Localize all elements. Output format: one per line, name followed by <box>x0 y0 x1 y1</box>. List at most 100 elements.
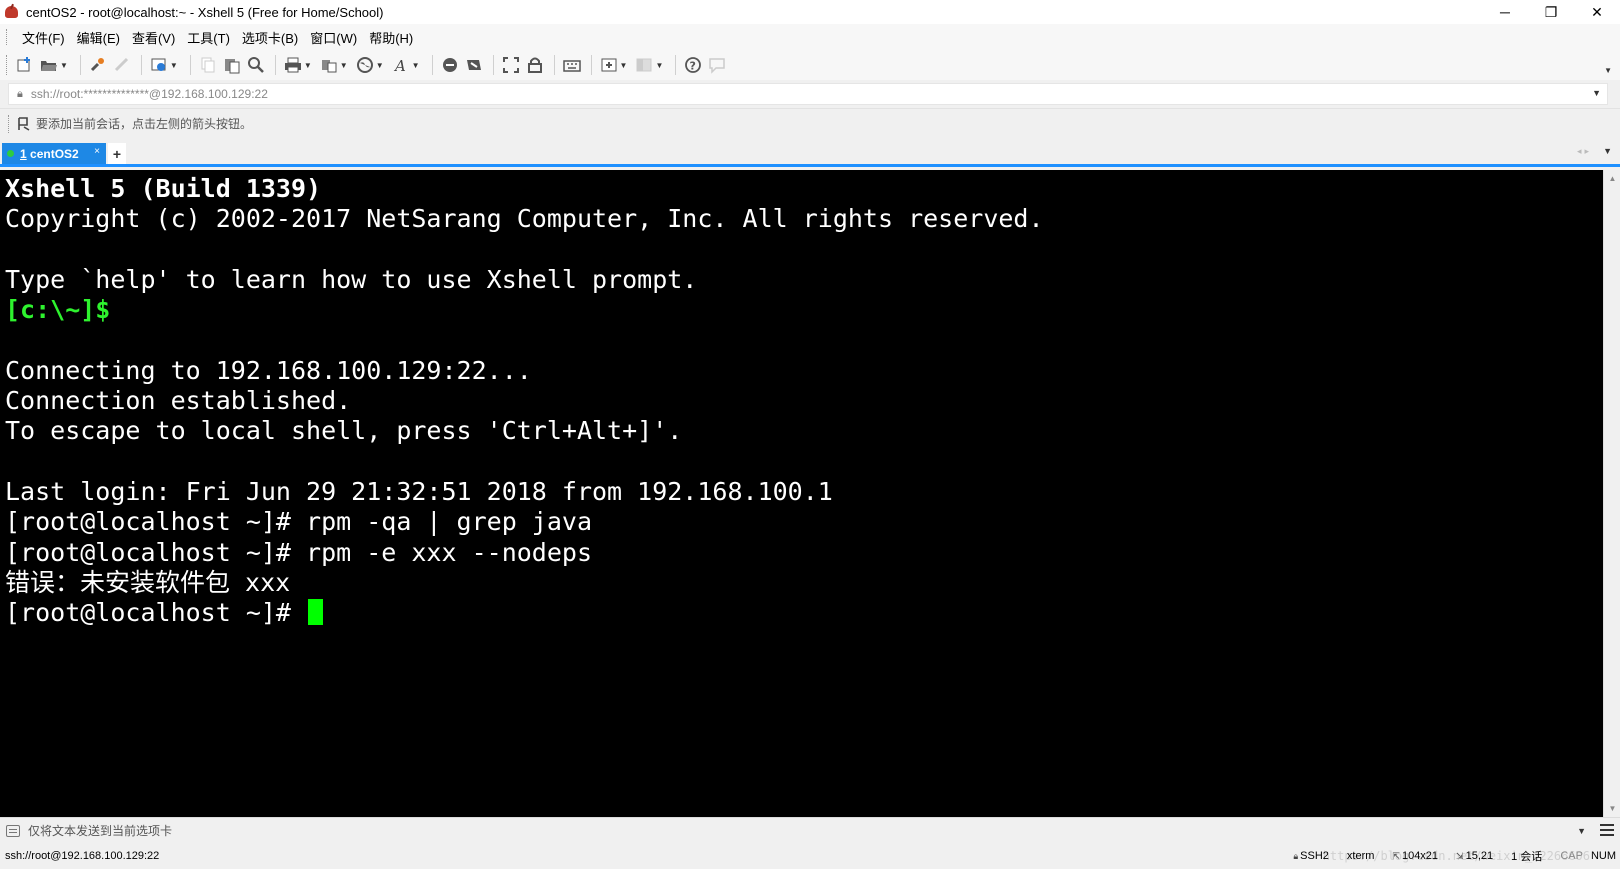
font-icon[interactable]: A <box>390 54 412 76</box>
window-title: centOS2 - root@localhost:~ - Xshell 5 (F… <box>26 4 384 20</box>
terminal-line-text: Copyright (c) 2002-2017 NetSarang Comput… <box>5 204 1044 234</box>
globe-dropdown-icon[interactable]: ▼ <box>376 61 384 70</box>
tab-scroll-arrows-icon[interactable]: ◂▸ <box>1577 146 1592 157</box>
menu-edit[interactable]: 编辑(E) <box>71 28 126 47</box>
lock-icon: 🔒︎ <box>17 87 23 100</box>
terminal-line: Type `help' to learn how to use Xshell p… <box>5 265 1603 295</box>
menu-view[interactable]: 查看(V) <box>126 28 181 47</box>
reconnect-icon[interactable] <box>87 54 109 76</box>
tab-close-icon[interactable]: × <box>94 146 100 157</box>
terminal-line: [root@localhost ~]# rpm -qa | grep java <box>5 507 1603 537</box>
add-tab-button[interactable]: + <box>108 143 126 164</box>
hint-bar: 要添加当前会话，点击左侧的箭头按钮。 <box>0 108 1620 138</box>
terminal-line: To escape to local shell, press 'Ctrl+Al… <box>5 416 1603 446</box>
add-tab-dropdown-icon[interactable]: ▼ <box>620 61 628 70</box>
title-bar[interactable]: centOS2 - root@localhost:~ - Xshell 5 (F… <box>0 0 1620 24</box>
open-dropdown-icon[interactable]: ▼ <box>60 61 68 70</box>
keyboard-icon[interactable] <box>561 54 583 76</box>
fullscreen-icon[interactable] <box>500 54 522 76</box>
address-field[interactable]: 🔒︎ ssh://root:**************@192.168.100… <box>8 83 1608 105</box>
terminal-line: Last login: Fri Jun 29 21:32:51 2018 fro… <box>5 477 1603 507</box>
terminal-line-text: Connecting to 192.168.100.129:22... <box>5 355 532 385</box>
terminal-output[interactable]: Xshell 5 (Build 1339) Copyright (c) 2002-… <box>0 170 1603 817</box>
lock-icon[interactable] <box>524 54 546 76</box>
toolbar-separator <box>189 55 191 75</box>
terminal-line-text: [root@localhost ~]# <box>5 598 307 628</box>
status-num: NUM <box>1590 850 1616 862</box>
compose-icon[interactable] <box>6 824 20 837</box>
address-value: ssh://root:**************@192.168.100.12… <box>30 87 268 101</box>
terminal-line: 错误：未安装软件包 xxx <box>5 568 1603 598</box>
help-icon[interactable]: ? <box>682 54 704 76</box>
hint-text: 要添加当前会话，点击左侧的箭头按钮。 <box>36 117 253 131</box>
compose-menu-icon[interactable] <box>1600 824 1614 836</box>
address-dropdown-icon[interactable]: ▼ <box>1592 88 1601 98</box>
terminal-line-text: To escape to local shell, press 'Ctrl+Al… <box>5 416 683 446</box>
status-indicators: 🔒︎ SSH2 xterm ⇱ 104x21 ⇲ 15,21 1 会话 CAP NUM <box>1275 843 1616 869</box>
new-session-icon[interactable] <box>14 54 36 76</box>
tab-list-dropdown-icon[interactable]: ▼ <box>1603 146 1612 156</box>
connected-status-icon <box>7 150 14 157</box>
print-dropdown-icon[interactable]: ▼ <box>304 61 312 70</box>
layout-icon[interactable] <box>633 54 655 76</box>
close-button[interactable]: ✕ <box>1574 0 1620 24</box>
print-icon[interactable] <box>282 54 304 76</box>
restore-button[interactable]: ❐ <box>1528 0 1574 24</box>
toolbar-separator <box>431 55 433 75</box>
toolbar: ▼ ▼ ▼ ▼ ▼ A ▼ ▼ ▼ ? ▼ <box>0 50 1620 80</box>
layout-dropdown-icon[interactable]: ▼ <box>655 61 663 70</box>
status-size: ⇱ 104x21 <box>1392 850 1439 862</box>
tab-label: 1 centOS2 <box>20 146 79 161</box>
properties-icon[interactable] <box>148 54 170 76</box>
menu-window[interactable]: 窗口(W) <box>304 28 363 47</box>
scroll-down-arrow-icon[interactable]: ▼ <box>1604 800 1620 817</box>
toolbar-separator <box>553 55 555 75</box>
tab-bar: 1 centOS2 × + ◂▸ ▼ <box>0 140 1620 167</box>
compose-placeholder: 仅将文本发送到当前选项卡 <box>28 824 173 838</box>
terminal-line: Connection established. <box>5 386 1603 416</box>
xftp-icon[interactable] <box>439 54 461 76</box>
toolbar-separator <box>492 55 494 75</box>
chat-icon[interactable] <box>706 54 728 76</box>
add-tab-icon[interactable] <box>598 54 620 76</box>
minimize-button[interactable]: ─ <box>1482 0 1528 24</box>
paste-icon[interactable] <box>221 54 243 76</box>
resize-icon: ⇱ <box>1392 850 1400 861</box>
cursor-position-icon: ⇲ <box>1456 850 1464 861</box>
toolbar-grip[interactable] <box>6 55 8 75</box>
menu-tools[interactable]: 工具(T) <box>181 28 236 47</box>
status-connection: ssh://root@192.168.100.129:22 <box>5 850 160 862</box>
toolbar-overflow-icon[interactable]: ▼ <box>1604 66 1612 75</box>
terminal-line: [c:\~]$ <box>5 295 1603 325</box>
terminal-scrollbar[interactable]: ▲ ▼ <box>1603 170 1620 817</box>
terminal-line: Connecting to 192.168.100.129:22... <box>5 356 1603 386</box>
disconnect-icon[interactable] <box>111 54 133 76</box>
font-dropdown-icon[interactable]: ▼ <box>412 61 420 70</box>
terminal-line: Copyright (c) 2002-2017 NetSarang Comput… <box>5 204 1603 234</box>
xmanager-icon[interactable] <box>463 54 485 76</box>
tab-centos2[interactable]: 1 centOS2 × <box>2 143 106 164</box>
properties-dropdown-icon[interactable]: ▼ <box>170 61 178 70</box>
compose-bar[interactable]: 仅将文本发送到当前选项卡 ▼ <box>0 817 1620 843</box>
menu-help[interactable]: 帮助(H) <box>363 28 419 47</box>
scroll-up-arrow-icon[interactable]: ▲ <box>1604 170 1620 187</box>
terminal-line: [root@localhost ~]# <box>5 598 1603 628</box>
open-folder-icon[interactable] <box>38 54 60 76</box>
globe-icon[interactable] <box>354 54 376 76</box>
add-session-arrow-icon[interactable] <box>16 116 32 132</box>
toolbar-separator <box>590 55 592 75</box>
copy-icon[interactable] <box>197 54 219 76</box>
status-protocol: 🔒︎ SSH2 <box>1293 850 1329 862</box>
menu-file[interactable]: 文件(F) <box>16 28 71 47</box>
terminal-line-text: [c:\~]$ <box>5 295 111 325</box>
compose-dropdown-icon[interactable]: ▼ <box>1577 826 1586 836</box>
menu-tab[interactable]: 选项卡(B) <box>236 28 304 47</box>
find-icon[interactable] <box>245 54 267 76</box>
transfer-icon[interactable] <box>318 54 340 76</box>
hint-grip[interactable] <box>8 114 10 133</box>
transfer-dropdown-icon[interactable]: ▼ <box>340 61 348 70</box>
terminal-line-text: Xshell 5 (Build 1339) <box>5 174 322 203</box>
menu-grip[interactable] <box>6 29 8 45</box>
